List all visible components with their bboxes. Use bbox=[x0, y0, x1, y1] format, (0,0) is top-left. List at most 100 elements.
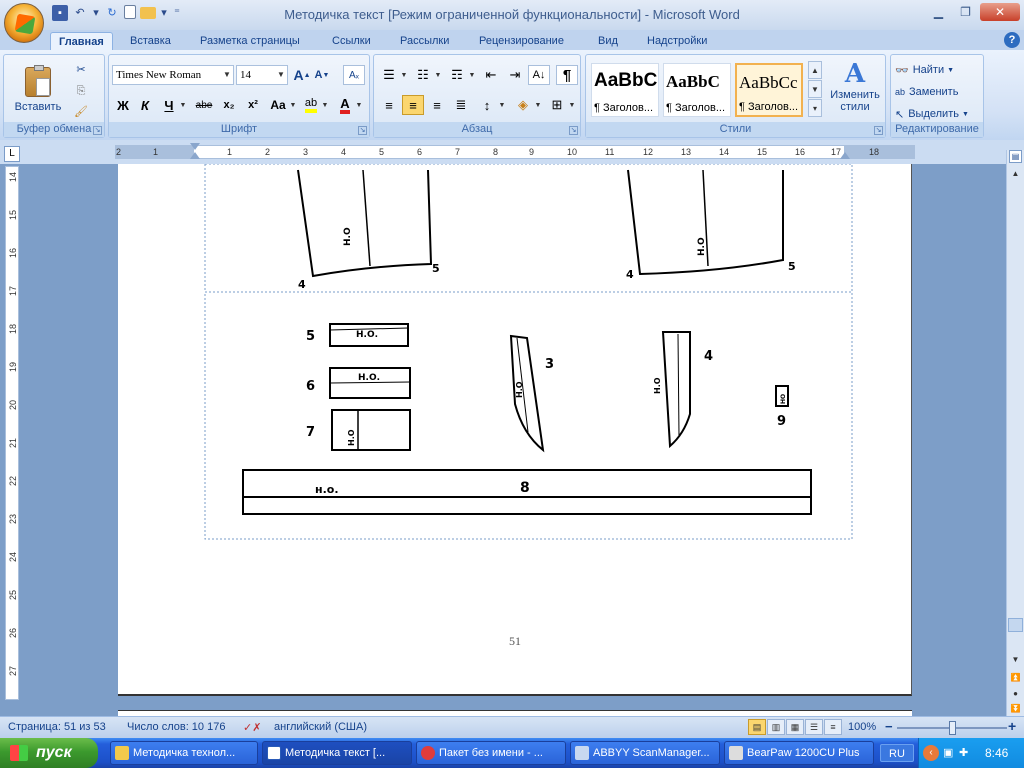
format-painter-icon[interactable]: 🖌 bbox=[72, 103, 90, 119]
chevron-down-icon[interactable]: ▼ bbox=[534, 95, 542, 115]
antivirus-icon[interactable]: ✚ bbox=[959, 746, 968, 759]
increase-indent-icon[interactable]: ⇥ bbox=[504, 65, 526, 85]
chevron-down-icon[interactable]: ▼ bbox=[568, 95, 576, 115]
office-button[interactable] bbox=[4, 3, 44, 43]
align-left-icon[interactable]: ≡ bbox=[378, 95, 400, 115]
minimize-icon[interactable]: ▁ bbox=[926, 3, 951, 21]
chevron-down-icon[interactable]: ▼ bbox=[321, 95, 329, 115]
ruler-toggle-icon[interactable]: ▤ bbox=[1009, 150, 1022, 163]
chevron-down-icon[interactable]: ▼ bbox=[468, 65, 476, 85]
sort-icon[interactable]: A↓ bbox=[528, 65, 550, 85]
draft-view-icon[interactable]: ≡ bbox=[824, 719, 842, 735]
indent-marker-icon[interactable] bbox=[190, 152, 200, 159]
restore-icon[interactable]: ❐ bbox=[953, 3, 978, 21]
scrollbar-thumb[interactable] bbox=[1008, 618, 1023, 632]
style-heading-1[interactable]: AaBbC ¶ Заголов... bbox=[591, 63, 659, 117]
shading-icon[interactable]: ◈ bbox=[512, 95, 534, 115]
bold-button[interactable]: Ж bbox=[113, 95, 133, 115]
dialog-launcher-icon[interactable]: ↘ bbox=[874, 126, 883, 135]
more-styles-icon[interactable]: ▾ bbox=[808, 99, 822, 117]
justify-icon[interactable]: ≣ bbox=[450, 95, 472, 115]
italic-button[interactable]: К bbox=[135, 95, 155, 115]
replace-button[interactable]: ab Заменить bbox=[895, 83, 958, 101]
taskbar-item-folder[interactable]: Методичка технол... bbox=[110, 741, 258, 765]
underline-button[interactable]: Ч bbox=[159, 95, 179, 115]
browse-object-icon[interactable]: ● bbox=[1008, 686, 1023, 701]
paste-button[interactable]: Вставить bbox=[12, 59, 64, 121]
full-screen-reading-icon[interactable]: ▥ bbox=[767, 719, 785, 735]
tab-view[interactable]: Вид bbox=[590, 32, 626, 50]
tab-mailings[interactable]: Рассылки bbox=[392, 32, 457, 50]
document-page[interactable]: Н.О 4 5 Н.О 4 5 5 Н.О. 6 Н.О. 7 Н.О Н.О … bbox=[118, 163, 912, 696]
dialog-launcher-icon[interactable]: ↘ bbox=[358, 126, 367, 135]
zoom-out-icon[interactable]: − bbox=[885, 719, 893, 734]
numbering-icon[interactable]: ☷ bbox=[412, 65, 434, 85]
font-color-icon[interactable]: A bbox=[335, 95, 355, 115]
proofing-icon[interactable]: ✓✗ bbox=[243, 721, 261, 734]
clear-formatting-icon[interactable]: Aₓ bbox=[343, 65, 365, 85]
change-styles-button[interactable]: A Изменить стили bbox=[826, 59, 884, 121]
indent-marker-icon[interactable] bbox=[190, 143, 200, 150]
chevron-down-icon[interactable]: ▼ bbox=[400, 65, 408, 85]
style-heading-2[interactable]: AaBbC ¶ Заголов... bbox=[663, 63, 731, 117]
superscript-button[interactable]: x² bbox=[243, 95, 263, 115]
zoom-slider-knob[interactable] bbox=[949, 721, 956, 735]
horizontal-ruler[interactable]: 2 1 1 2 3 4 5 6 7 8 9 10 11 12 13 14 15 … bbox=[115, 143, 915, 159]
cut-icon[interactable]: ✂ bbox=[72, 61, 90, 77]
web-layout-icon[interactable]: ▦ bbox=[786, 719, 804, 735]
tab-references[interactable]: Ссылки bbox=[324, 32, 379, 50]
taskbar-item-bearpaw[interactable]: BearPaw 1200CU Plus bbox=[724, 741, 874, 765]
help-icon[interactable]: ? bbox=[1004, 32, 1020, 48]
taskbar-item-abbyy[interactable]: ABBYY ScanManager... bbox=[570, 741, 720, 765]
tab-addins[interactable]: Надстройки bbox=[639, 32, 715, 50]
find-button[interactable]: 👓 Найти ▼ bbox=[895, 61, 954, 79]
show-formatting-button[interactable]: ¶ bbox=[556, 65, 578, 85]
style-heading-3[interactable]: AaBbCc ¶ Заголов... bbox=[735, 63, 803, 117]
subscript-button[interactable]: x₂ bbox=[219, 95, 239, 115]
next-page-icon[interactable]: ⏬ bbox=[1008, 701, 1023, 716]
select-button[interactable]: ↖ Выделить ▼ bbox=[895, 105, 969, 123]
line-spacing-icon[interactable]: ↕ bbox=[476, 95, 498, 115]
start-button[interactable]: пуск bbox=[0, 738, 98, 768]
borders-icon[interactable]: ⊞ bbox=[546, 95, 568, 115]
chevron-down-icon[interactable]: ▼ bbox=[355, 95, 363, 115]
scroll-down-icon[interactable]: ▼ bbox=[808, 80, 822, 98]
grow-font-button[interactable]: A ▲ bbox=[293, 66, 311, 84]
tab-selector-icon[interactable]: L bbox=[4, 146, 20, 162]
previous-page-icon[interactable]: ⏫ bbox=[1008, 670, 1023, 685]
taskbar-item-package[interactable]: Пакет без имени - ... bbox=[416, 741, 566, 765]
close-icon[interactable]: ✕ bbox=[980, 3, 1020, 21]
chevron-down-icon[interactable]: ▼ bbox=[498, 95, 506, 115]
scroll-down-icon[interactable]: ▼ bbox=[1008, 652, 1023, 667]
tab-insert[interactable]: Вставка bbox=[122, 32, 179, 50]
chevron-down-icon[interactable]: ▼ bbox=[289, 95, 297, 115]
language-status[interactable]: английский (США) bbox=[274, 721, 367, 733]
scroll-up-icon[interactable]: ▲ bbox=[1008, 166, 1023, 181]
zoom-level[interactable]: 100% bbox=[848, 721, 876, 733]
copy-icon[interactable]: ⎘ bbox=[72, 83, 90, 99]
zoom-in-icon[interactable]: + bbox=[1008, 718, 1016, 734]
tab-home[interactable]: Главная bbox=[50, 32, 113, 50]
dialog-launcher-icon[interactable]: ↘ bbox=[569, 126, 578, 135]
highlight-icon[interactable]: ab bbox=[301, 95, 321, 115]
right-indent-marker-icon[interactable] bbox=[840, 152, 850, 159]
bullets-icon[interactable]: ☰ bbox=[378, 65, 400, 85]
align-right-icon[interactable]: ≡ bbox=[426, 95, 448, 115]
font-size-combo[interactable]: 14 ▼ bbox=[236, 65, 288, 85]
outline-view-icon[interactable]: ☰ bbox=[805, 719, 823, 735]
chevron-down-icon[interactable]: ▼ bbox=[434, 65, 442, 85]
shrink-font-button[interactable]: A ▼ bbox=[313, 66, 331, 84]
scroll-up-icon[interactable]: ▲ bbox=[808, 61, 822, 79]
multilevel-list-icon[interactable]: ☶ bbox=[446, 65, 468, 85]
tab-page-layout[interactable]: Разметка страницы bbox=[192, 32, 308, 50]
tray-arrow-icon[interactable]: ‹ bbox=[923, 745, 939, 761]
font-name-combo[interactable]: Times New Roman ▼ bbox=[112, 65, 234, 85]
taskbar-item-word[interactable]: Методичка текст [... bbox=[262, 741, 412, 765]
vertical-ruler[interactable]: 14 15 16 17 18 19 20 21 22 23 24 25 26 2… bbox=[5, 166, 19, 700]
chevron-down-icon[interactable]: ▼ bbox=[179, 95, 187, 115]
print-layout-view-icon[interactable]: ▤ bbox=[748, 719, 766, 735]
word-count-status[interactable]: Число слов: 10 176 bbox=[127, 721, 225, 733]
page-count-status[interactable]: Страница: 51 из 53 bbox=[8, 721, 106, 733]
dialog-launcher-icon[interactable]: ↘ bbox=[93, 126, 102, 135]
network-icon[interactable]: ▣ bbox=[943, 746, 953, 759]
